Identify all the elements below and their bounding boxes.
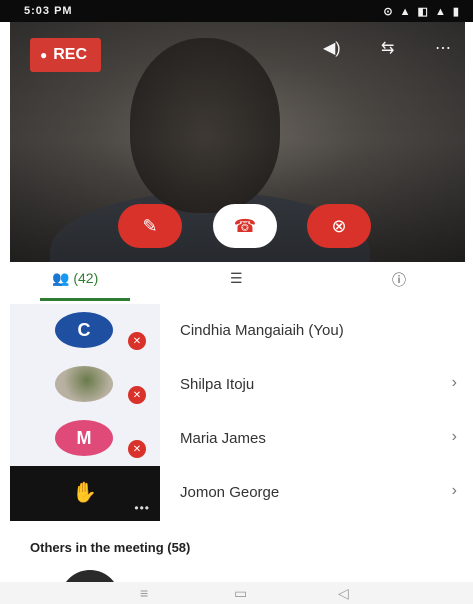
hand-icon: ✋	[72, 482, 97, 504]
info-icon: ⓘ	[392, 272, 406, 288]
switch-camera-icon[interactable]: ⇆	[381, 38, 394, 58]
participant-name: Maria James	[180, 430, 266, 447]
status-bar: 5:03 PM ⊙ ▲ ◧ ▲ ▮	[0, 0, 473, 22]
video-off-icon: ⊗	[331, 215, 347, 236]
mute-mic-button[interactable]: ✎	[118, 204, 182, 248]
participant-row-2[interactable]: ✕ Shilpa Itoju ›	[10, 358, 465, 413]
chevron-right-icon[interactable]: ›	[452, 482, 457, 500]
menu-nav-icon[interactable]: ≡	[140, 585, 148, 601]
status-time: 5:03 PM	[24, 5, 73, 17]
tab-chat[interactable]: ☰	[230, 270, 243, 287]
people-count: (42)	[73, 270, 99, 286]
avatar-letter: C	[77, 319, 91, 340]
participant-row-3[interactable]: M ✕ Maria James ›	[10, 412, 465, 467]
participant-name: Cindhia Mangaiaih (You)	[180, 322, 344, 339]
participant-row-1[interactable]: C ✕ Cindhia Mangaiaih (You)	[10, 304, 465, 359]
recording-badge: ● REC	[30, 38, 102, 72]
people-icon: 👥	[52, 270, 70, 286]
chevron-right-icon[interactable]: ›	[452, 428, 457, 446]
avatar-letter: M	[76, 427, 92, 448]
record-icon: ●	[40, 48, 48, 62]
back-nav-icon[interactable]: ◁	[338, 585, 349, 602]
chat-icon: ☰	[230, 270, 243, 286]
more-options-icon[interactable]: ⋯	[435, 38, 451, 58]
participant-name: Jomon George	[180, 484, 280, 501]
end-call-button[interactable]: ☎	[213, 204, 277, 248]
tab-people[interactable]: 👥 (42)	[52, 270, 98, 287]
muted-icon: ✕	[128, 440, 146, 458]
recording-label: REC	[53, 46, 88, 63]
avatar	[55, 366, 113, 402]
participant-name: Shilpa Itoju	[180, 376, 255, 393]
more-dots-icon[interactable]: •••	[134, 501, 150, 515]
chevron-right-icon[interactable]: ›	[452, 374, 457, 392]
status-icons: ⊙ ▲ ◧ ▲ ▮	[383, 6, 461, 18]
active-tab-indicator	[40, 298, 130, 301]
avatar: M	[55, 420, 113, 456]
android-nav-bar: ≡ ▭ ◁	[0, 582, 473, 604]
avatar: C	[55, 312, 113, 348]
video-off-button[interactable]: ⊗	[307, 204, 371, 248]
home-nav-icon[interactable]: ▭	[234, 585, 247, 602]
others-section-title: Others in the meeting (58)	[30, 540, 191, 555]
speaker-icon[interactable]: ◀)	[323, 38, 341, 58]
video-feed[interactable]: ● REC ◀) ⇆ ⋯ ✎ ☎ ⊗	[10, 22, 465, 262]
mic-off-icon: ✎	[142, 215, 158, 236]
participant-row-4[interactable]: ✋ ••• Jomon George ›	[10, 466, 465, 521]
participant-video-tile: ✋ •••	[10, 466, 160, 521]
tab-info[interactable]: ⓘ	[392, 270, 406, 290]
muted-icon: ✕	[128, 332, 146, 350]
end-call-icon: ☎	[233, 215, 257, 236]
tab-bar: 👥 (42) ☰ ⓘ	[0, 262, 473, 302]
muted-icon: ✕	[128, 386, 146, 404]
